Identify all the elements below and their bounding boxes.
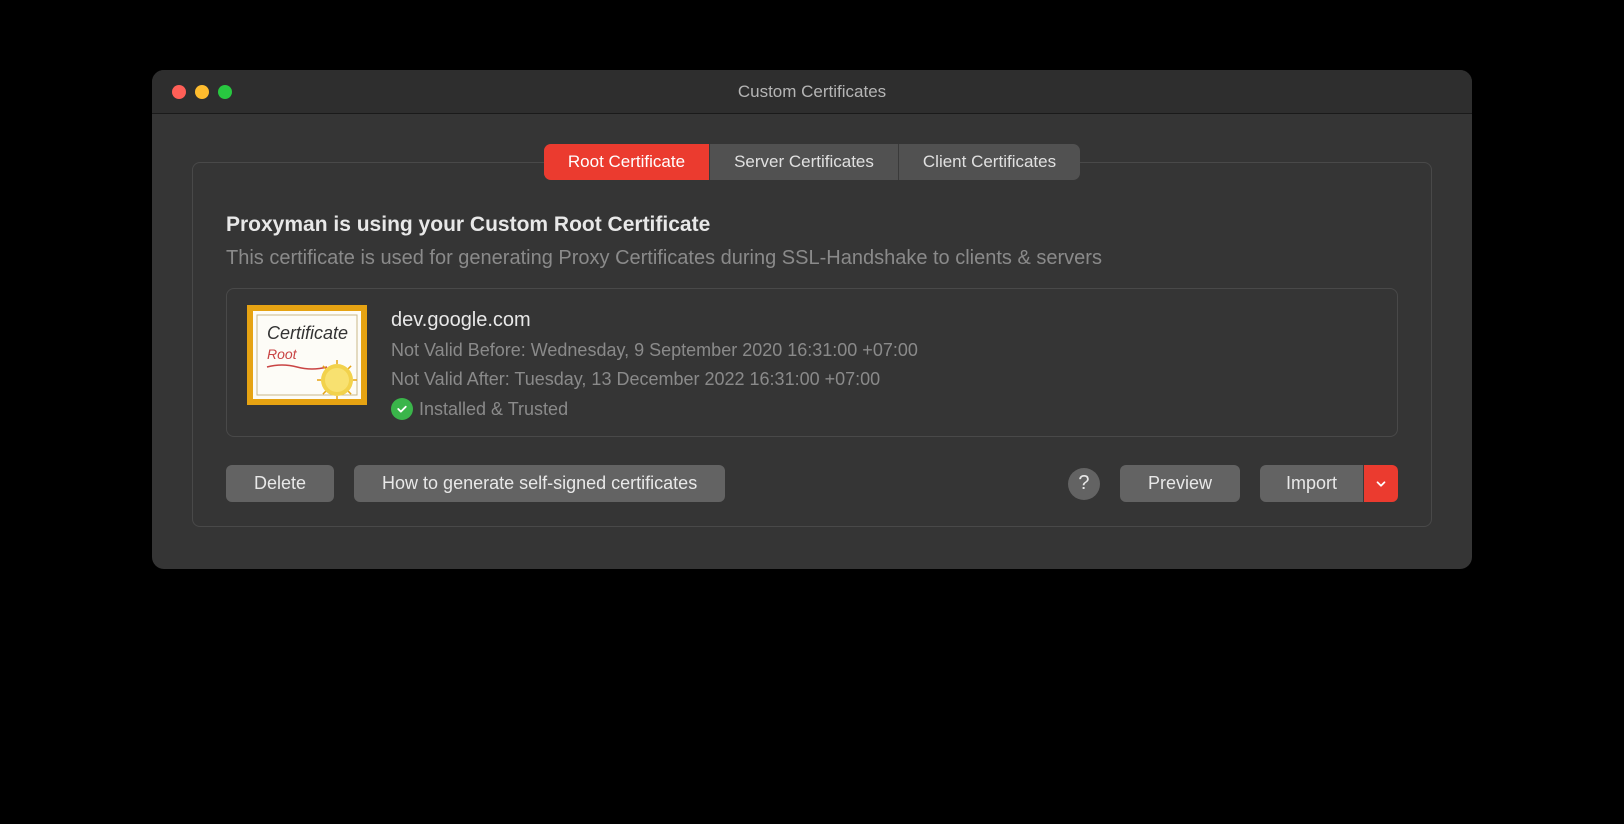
certificate-name: dev.google.com bbox=[391, 309, 918, 332]
content-box: Proxyman is using your Custom Root Certi… bbox=[192, 162, 1432, 527]
minimize-icon[interactable] bbox=[195, 85, 209, 99]
tab-server-certificates[interactable]: Server Certificates bbox=[710, 144, 899, 180]
chevron-down-icon bbox=[1374, 477, 1388, 491]
titlebar: Custom Certificates bbox=[152, 70, 1472, 114]
help-button[interactable]: ? bbox=[1068, 468, 1100, 500]
delete-button[interactable]: Delete bbox=[226, 465, 334, 502]
howto-button[interactable]: How to generate self-signed certificates bbox=[354, 465, 725, 502]
certificate-status: Installed & Trusted bbox=[391, 398, 918, 420]
check-icon bbox=[391, 398, 413, 420]
svg-text:Certificate: Certificate bbox=[267, 323, 348, 343]
button-row: Delete How to generate self-signed certi… bbox=[226, 465, 1398, 502]
import-dropdown-button[interactable] bbox=[1364, 465, 1398, 502]
tabs: Root Certificate Server Certificates Cli… bbox=[544, 144, 1080, 180]
window-title: Custom Certificates bbox=[738, 82, 886, 102]
zoom-icon[interactable] bbox=[218, 85, 232, 99]
import-button-group: Import bbox=[1260, 465, 1398, 502]
svg-text:Root: Root bbox=[267, 346, 298, 362]
close-icon[interactable] bbox=[172, 85, 186, 99]
certificate-info: dev.google.com Not Valid Before: Wednesd… bbox=[391, 305, 918, 420]
certificate-not-after: Not Valid After: Tuesday, 13 December 20… bbox=[391, 369, 918, 390]
content-subheading: This certificate is used for generating … bbox=[226, 247, 1398, 270]
certificate-icon: Certificate Root bbox=[247, 305, 367, 405]
certificate-panel: Certificate Root bbox=[226, 288, 1398, 437]
tab-client-certificates[interactable]: Client Certificates bbox=[899, 144, 1080, 180]
preview-button[interactable]: Preview bbox=[1120, 465, 1240, 502]
tab-root-certificate[interactable]: Root Certificate bbox=[544, 144, 710, 180]
traffic-lights bbox=[152, 85, 232, 99]
certificate-not-before: Not Valid Before: Wednesday, 9 September… bbox=[391, 340, 918, 361]
certificates-window: Custom Certificates Root Certificate Ser… bbox=[152, 70, 1472, 569]
import-button[interactable]: Import bbox=[1260, 465, 1364, 502]
certificate-status-text: Installed & Trusted bbox=[419, 399, 568, 420]
window-body: Root Certificate Server Certificates Cli… bbox=[152, 114, 1472, 569]
content-heading: Proxyman is using your Custom Root Certi… bbox=[226, 213, 1398, 237]
